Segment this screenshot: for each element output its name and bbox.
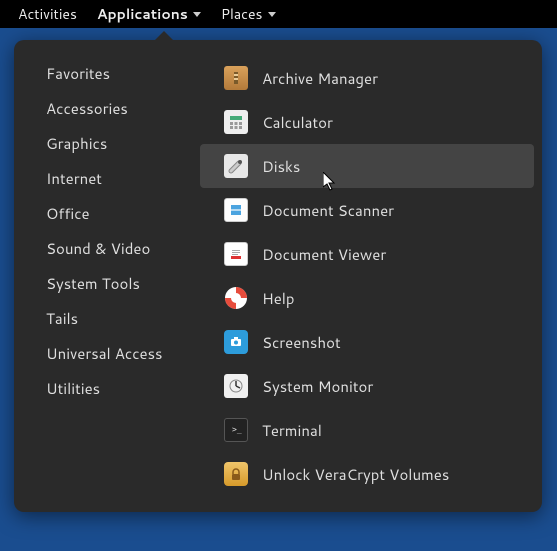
sysmon-icon — [224, 374, 248, 398]
app-label: Calculator — [262, 112, 333, 133]
app-label: Unlock VeraCrypt Volumes — [262, 464, 449, 485]
app-item[interactable]: Calculator — [200, 100, 534, 144]
category-item[interactable]: Office — [22, 196, 200, 231]
category-item[interactable]: Favorites — [22, 56, 200, 91]
category-label: Office — [46, 203, 90, 224]
category-label: Graphics — [46, 133, 107, 154]
places-menu[interactable]: Places — [211, 0, 286, 28]
app-label: Disks — [262, 156, 300, 177]
app-label: System Monitor — [262, 376, 373, 397]
app-item[interactable]: System Monitor — [200, 364, 534, 408]
category-label: Universal Access — [46, 343, 163, 364]
app-label: Archive Manager — [262, 68, 378, 89]
app-label: Screenshot — [262, 332, 341, 353]
applications-menu[interactable]: Applications — [87, 0, 211, 28]
category-label: System Tools — [46, 273, 140, 294]
archive-icon — [224, 66, 248, 90]
category-list: Favorites Accessories Graphics Internet Offi… — [14, 56, 200, 496]
svg-text:>_: >_ — [232, 425, 242, 434]
places-label: Places — [221, 4, 263, 24]
app-item[interactable]: Screenshot — [200, 320, 534, 364]
category-item[interactable]: System Tools — [22, 266, 200, 301]
category-item[interactable]: Tails — [22, 301, 200, 336]
app-label: Document Scanner — [262, 200, 394, 221]
category-item[interactable]: Sound & Video — [22, 231, 200, 266]
app-label: Terminal — [262, 420, 322, 441]
chevron-down-icon — [268, 12, 276, 17]
top-bar: Activities Applications Places — [0, 0, 557, 28]
app-list: Archive Manager Calculator Disks Document S… — [200, 56, 542, 496]
app-label: Document Viewer — [262, 244, 386, 265]
category-label: Accessories — [46, 98, 128, 119]
screenshot-icon — [224, 330, 248, 354]
disks-icon — [224, 154, 248, 178]
category-item[interactable]: Utilities — [22, 371, 200, 406]
app-item[interactable]: Document Viewer — [200, 232, 534, 276]
applications-popup: Favorites Accessories Graphics Internet Offi… — [14, 40, 542, 512]
category-label: Tails — [46, 308, 78, 329]
category-item[interactable]: Internet — [22, 161, 200, 196]
terminal-icon: >_ — [224, 418, 248, 442]
help-icon — [224, 286, 248, 310]
app-item[interactable]: Archive Manager — [200, 56, 534, 100]
category-label: Utilities — [46, 378, 100, 399]
activities-menu[interactable]: Activities — [8, 0, 87, 28]
category-label: Favorites — [46, 63, 110, 84]
veracrypt-icon — [224, 462, 248, 486]
app-item[interactable]: >_ Terminal — [200, 408, 534, 452]
app-item[interactable]: Unlock VeraCrypt Volumes — [200, 452, 534, 496]
category-item[interactable]: Accessories — [22, 91, 200, 126]
category-label: Internet — [46, 168, 102, 189]
category-label: Sound & Video — [46, 238, 150, 259]
app-item[interactable]: Help — [200, 276, 534, 320]
category-item[interactable]: Graphics — [22, 126, 200, 161]
app-item[interactable]: Document Scanner — [200, 188, 534, 232]
app-label: Help — [262, 288, 295, 309]
activities-label: Activities — [18, 4, 77, 24]
app-item[interactable]: Disks — [200, 144, 534, 188]
calculator-icon — [224, 110, 248, 134]
applications-label: Applications — [97, 4, 188, 24]
docviewer-icon — [224, 242, 248, 266]
chevron-down-icon — [193, 12, 201, 17]
category-item[interactable]: Universal Access — [22, 336, 200, 371]
scanner-icon — [224, 198, 248, 222]
